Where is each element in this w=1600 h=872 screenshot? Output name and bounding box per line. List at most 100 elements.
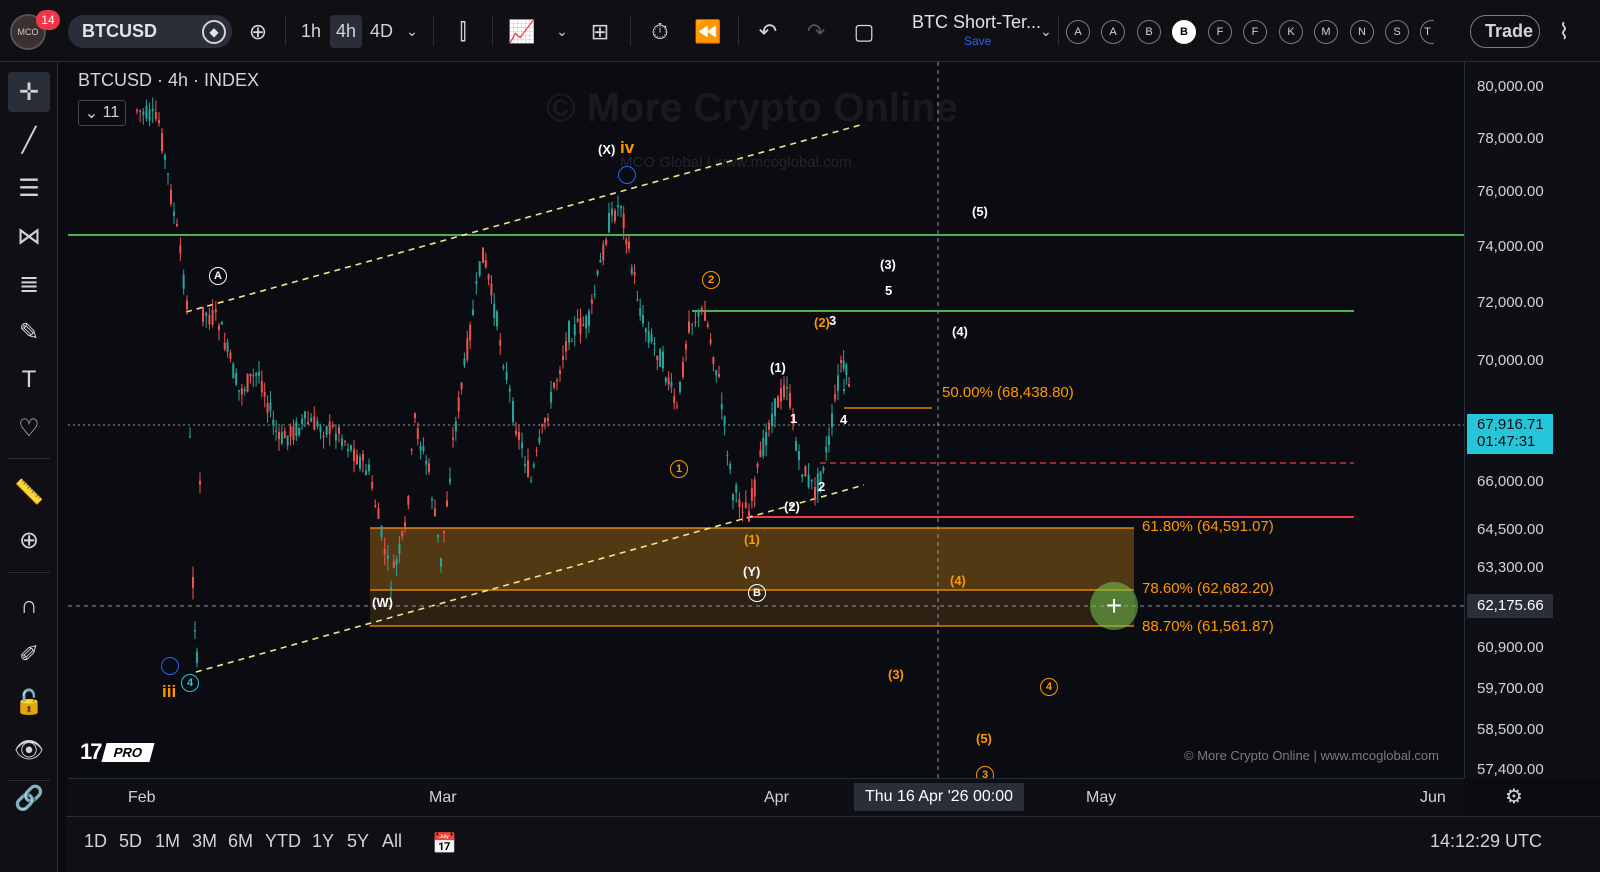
candle-body [218,325,220,331]
symbol-search[interactable]: BTCUSD ◆ [68,15,232,48]
bar-countdown: 01:47:31 [1477,433,1536,450]
candle-body [179,245,182,254]
time-axis[interactable]: Feb Mar Apr May Jun Thu 16 Apr '26 00:00 [68,778,1464,816]
candle-body [446,500,448,507]
candle-body [700,307,703,311]
alert-chip[interactable]: A [1066,20,1090,44]
legend-toggle[interactable]: ⌄ 11 [78,100,126,126]
candle-body [795,441,797,451]
candle-body [582,324,585,326]
alert-chip-selected[interactable]: B [1172,20,1196,44]
candle-body [214,309,217,313]
zoom-icon[interactable]: ⊕ [8,520,50,560]
candle-body [434,508,436,516]
alert-chip[interactable]: M [1314,20,1338,44]
candles-icon[interactable]: ⫿ [447,15,479,48]
alert-chip[interactable]: N [1350,20,1374,44]
trendline-icon[interactable]: ╱ [8,120,50,160]
chevron-down-icon[interactable]: ⌄ [546,15,578,48]
gear-icon[interactable]: ⚙ [1500,782,1528,810]
heart-icon[interactable]: ♡ [8,408,50,448]
timeframe-1h[interactable]: 1h [295,15,327,48]
magnet-icon[interactable]: ∩ [8,586,50,626]
candle-body [365,470,367,475]
crosshair-icon[interactable]: ✛ [8,72,50,112]
brush-icon[interactable]: ✎ [8,312,50,352]
time-tick: Jun [1420,789,1446,806]
candle-body [416,427,419,439]
utc-clock[interactable]: 14:12:29 UTC [1430,831,1542,852]
ruler-icon[interactable]: 📏 [8,472,50,512]
compare-plus-icon[interactable]: ⊕ [242,15,274,48]
price-axis[interactable]: 80,000.00 78,000.00 76,000.00 74,000.00 … [1464,62,1600,778]
candle-body [650,333,653,342]
range-1m[interactable]: 1M [155,831,180,852]
range-1d[interactable]: 1D [84,831,107,852]
range-1y[interactable]: 1Y [312,831,334,852]
alert-chip[interactable]: F [1208,20,1232,44]
link-icon[interactable]: 🔗 [8,778,50,818]
undo-icon[interactable]: ↶ [752,15,784,48]
timeframe-4d[interactable]: 4D [364,15,399,48]
chevron-down-icon[interactable]: ⌄ [396,15,428,48]
alert-chip[interactable]: F [1243,20,1267,44]
pattern-icon[interactable]: ⋈ [8,216,50,256]
candle-body [437,534,439,538]
lock-pencil-icon[interactable]: ✐ [8,634,50,674]
candle-body [390,587,392,590]
copyright-note: © More Crypto Online | www.mcoglobal.com [1184,748,1439,763]
price-tick: 58,500.00 [1477,721,1544,738]
trade-button[interactable]: Trade [1470,15,1540,48]
candle-body [512,401,514,422]
alert-chip[interactable]: S [1385,20,1409,44]
candle-body [559,370,561,374]
diamond-icon[interactable]: ◆ [202,20,226,44]
alert-chip[interactable]: A [1101,20,1125,44]
range-all[interactable]: All [382,831,402,852]
candle-body [263,391,266,397]
eye-icon[interactable]: 👁 [8,730,50,770]
unlock-icon[interactable]: 🔓 [8,682,50,722]
range-5d[interactable]: 5D [119,831,142,852]
timeframe-4h[interactable]: 4h [330,15,363,48]
candle-body [243,389,246,392]
candle-body [136,109,138,112]
divider [738,16,739,46]
wave-label-1-paren-orange: (1) [744,532,760,547]
layout-save-link[interactable]: Save [964,34,991,48]
wave-label-1: (1) [770,360,786,375]
range-5y[interactable]: 5Y [347,831,369,852]
candle-body [565,340,567,352]
candle-body [202,306,204,323]
channel-upper[interactable] [185,123,865,313]
alert-chip[interactable]: T [1420,20,1434,44]
text-icon[interactable]: T [8,360,50,400]
candle-body [362,454,364,461]
indicators-icon[interactable]: 📈 [506,15,538,48]
calendar-goto-icon[interactable]: 📅 [432,831,457,856]
layout-title[interactable]: BTC Short-Ter... [912,12,1041,33]
horizontal-lines-icon[interactable]: ☰ [8,168,50,208]
range-ytd[interactable]: YTD [265,831,301,852]
fib-icon[interactable]: ≣ [8,264,50,304]
candle-body [741,511,744,513]
fib-label-786: 78.60% (62,682.20) [1142,580,1274,597]
redo-icon[interactable]: ↷ [800,15,832,48]
range-3m[interactable]: 3M [192,831,217,852]
templates-grid-icon[interactable]: ⊞ [584,15,616,48]
candle-body [220,321,223,325]
range-6m[interactable]: 6M [228,831,253,852]
candle-body [807,474,810,488]
alert-chip[interactable]: B [1137,20,1161,44]
tuning-icon[interactable]: ⌇ [1548,15,1580,48]
candle-body [590,299,593,304]
candle-body [614,210,616,222]
time-tick: Apr [764,789,789,806]
price-tick: 64,500.00 [1477,521,1544,538]
alert-clock-icon[interactable]: ⏱ [644,15,676,48]
alert-chip[interactable]: K [1279,20,1303,44]
replay-icon[interactable]: ⏪ [692,15,724,48]
fullscreen-square-icon[interactable]: ▢ [848,15,880,48]
crosshair-cursor-icon[interactable]: + [1090,582,1138,630]
wave-label-3-orange: (3) [888,667,904,682]
